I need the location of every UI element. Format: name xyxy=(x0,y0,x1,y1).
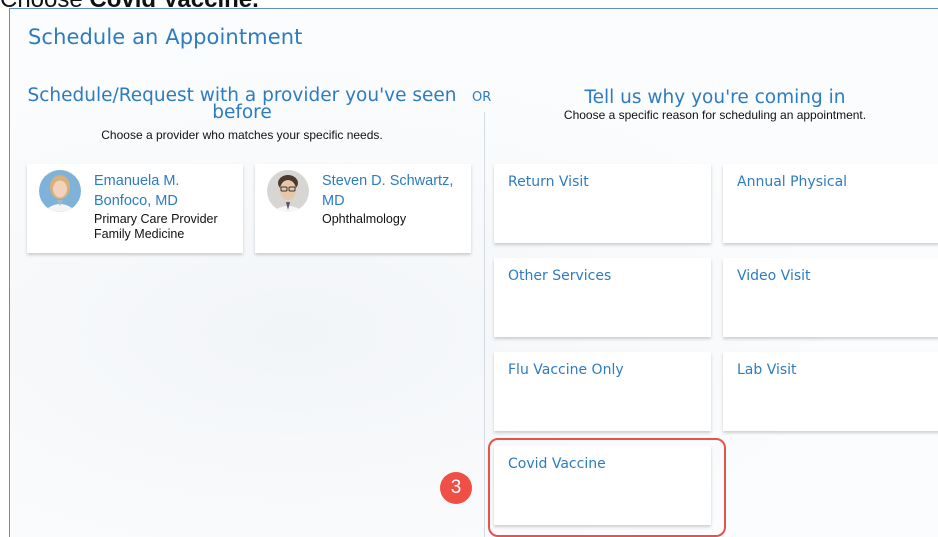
reason-card-flu-vaccine-only[interactable]: Flu Vaccine Only xyxy=(494,352,711,431)
step-number-badge: 3 xyxy=(440,472,472,504)
reason-label: Other Services xyxy=(508,268,612,284)
provider-photo-icon xyxy=(39,170,81,212)
provider-card-schwartz[interactable]: Steven D. Schwartz, MD Ophthalmology xyxy=(255,164,471,253)
reason-card-video-visit[interactable]: Video Visit xyxy=(723,258,938,337)
provider-photo-icon xyxy=(267,170,309,212)
reason-label: Flu Vaccine Only xyxy=(508,362,624,378)
provider-section-subheading: Choose a provider who matches your speci… xyxy=(101,128,383,142)
or-separator-label: OR xyxy=(472,90,492,105)
provider-name-link[interactable]: Emanuela M. Bonfoco, MD xyxy=(94,171,179,211)
instruction-target: Covid Vaccine. xyxy=(89,0,258,8)
reason-label: Video Visit xyxy=(737,268,811,284)
reason-card-other-services[interactable]: Other Services xyxy=(494,258,711,337)
provider-name-link[interactable]: Steven D. Schwartz, MD xyxy=(322,171,453,211)
reason-card-lab-visit[interactable]: Lab Visit xyxy=(723,352,938,431)
provider-specialty: Family Medicine xyxy=(94,227,185,241)
instruction-caption: Choose Covid Vaccine. xyxy=(0,0,259,8)
provider-role: Primary Care Provider xyxy=(94,212,218,226)
reason-label: Return Visit xyxy=(508,174,589,190)
provider-section-heading: Schedule/Request with a provider you've … xyxy=(27,85,457,123)
section-divider xyxy=(484,112,485,537)
reason-section-heading: Tell us why you're coming in xyxy=(584,87,846,108)
provider-card-bonfoco[interactable]: Emanuela M. Bonfoco, MD Primary Care Pro… xyxy=(27,164,243,253)
covid-vaccine-highlight xyxy=(488,438,726,537)
page-title: Schedule an Appointment xyxy=(28,25,303,49)
reason-section-subheading: Choose a specific reason for scheduling … xyxy=(563,108,867,122)
provider-specialty: Ophthalmology xyxy=(322,212,407,226)
reason-card-return-visit[interactable]: Return Visit xyxy=(494,164,711,243)
reason-label: Annual Physical xyxy=(737,174,848,190)
reason-card-annual-physical[interactable]: Annual Physical xyxy=(723,164,938,243)
reason-label: Lab Visit xyxy=(737,362,797,378)
instruction-prefix: Choose xyxy=(0,0,89,8)
